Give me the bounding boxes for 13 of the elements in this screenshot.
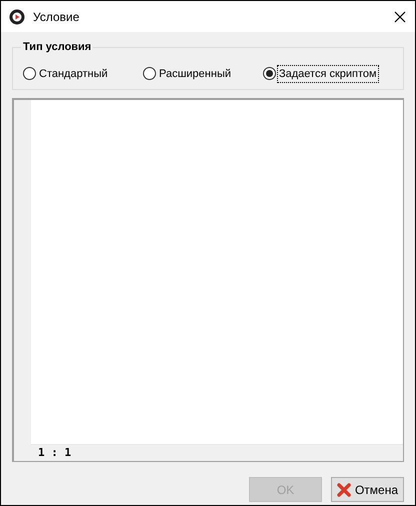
- radio-button[interactable]: [23, 67, 36, 80]
- radio-button[interactable]: [263, 67, 276, 80]
- cancel-button[interactable]: Отмена: [331, 477, 404, 502]
- radio-button[interactable]: [143, 67, 156, 80]
- cross-icon: [336, 482, 351, 496]
- close-icon: [394, 10, 406, 22]
- window-title: Условие: [33, 8, 80, 26]
- radio-label[interactable]: Расширенный: [158, 66, 232, 82]
- radio-label[interactable]: Стандартный: [38, 66, 109, 82]
- group-title: Тип условия: [21, 40, 94, 54]
- radio-label[interactable]: Задается скриптом: [278, 66, 378, 82]
- app-icon: [9, 8, 25, 24]
- cursor-position: 1 : 1: [38, 447, 72, 459]
